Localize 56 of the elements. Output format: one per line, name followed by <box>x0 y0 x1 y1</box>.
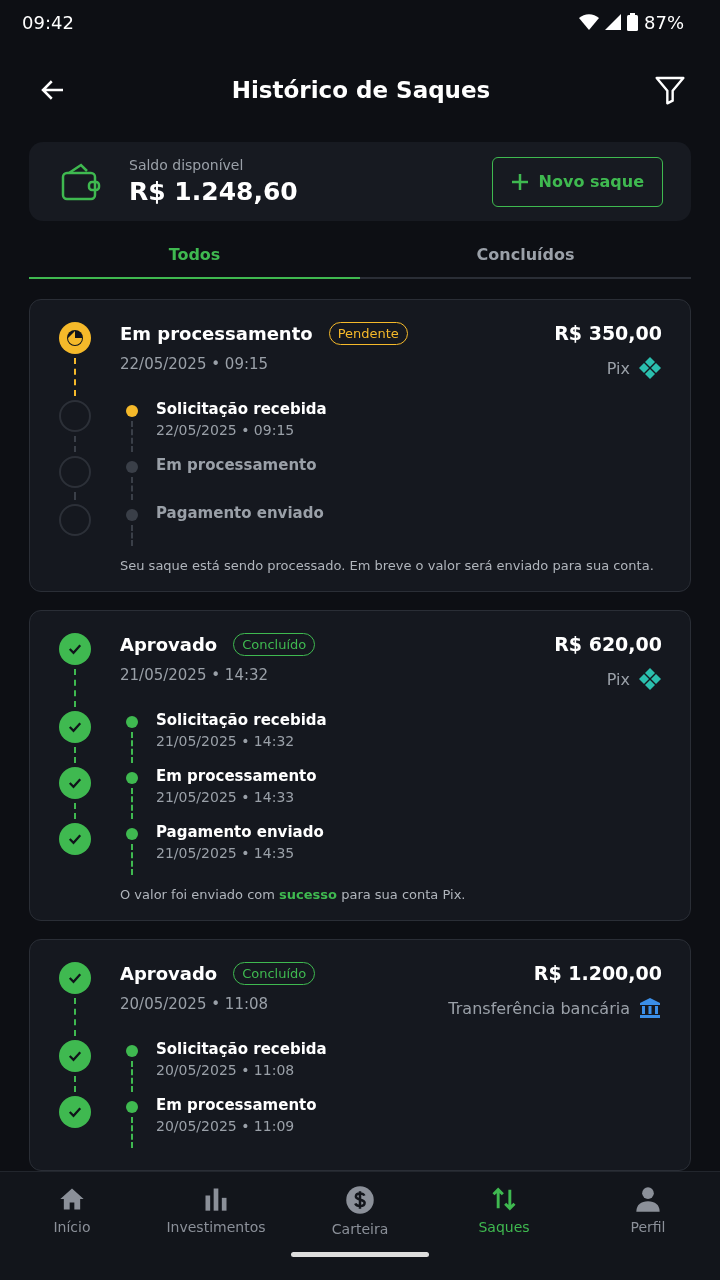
step-title: Solicitação recebida <box>156 711 328 729</box>
withdrawal-amount: R$ 350,00 <box>554 322 662 344</box>
battery-level: 87% <box>644 11 684 33</box>
step-title: Pagamento enviado <box>156 504 325 522</box>
balance-amount: R$ 1.248,60 <box>129 177 299 206</box>
withdrawal-date: 21/05/2025 • 14:32 <box>120 666 270 684</box>
status-message: O valor foi enviado com sucesso para sua conta Pix. <box>120 887 467 902</box>
payment-method: Pix <box>606 669 630 689</box>
person-icon <box>634 1185 662 1213</box>
step-title: Solicitação recebida <box>156 1040 328 1058</box>
check-icon <box>59 633 91 665</box>
withdrawal-date: 20/05/2025 • 11:08 <box>120 995 270 1013</box>
payment-method: Transferência bancária <box>448 998 630 1018</box>
plus-icon <box>510 172 529 191</box>
withdrawal-status: Aprovado <box>120 963 218 984</box>
step-title: Em processamento <box>156 1096 318 1114</box>
step-title: Em processamento <box>156 767 318 785</box>
step-date: 21/05/2025 • 14:35 <box>156 845 296 861</box>
step-date: 22/05/2025 • 09:15 <box>156 422 296 438</box>
withdrawal-status: Em processamento <box>120 323 313 344</box>
new-withdrawal-button[interactable]: Novo saque <box>491 156 663 207</box>
step-title: Solicitação recebida <box>156 400 328 418</box>
status-time: 09:42 <box>22 11 74 33</box>
diamond-icon <box>638 356 662 380</box>
filter-icon[interactable] <box>654 74 686 106</box>
step-date: 20/05/2025 • 11:08 <box>156 1062 296 1078</box>
tab[interactable]: Todos <box>29 231 360 279</box>
step-date: 20/05/2025 • 11:09 <box>156 1118 296 1134</box>
clock-icon <box>59 322 91 354</box>
withdrawal-status: Aprovado <box>120 634 218 655</box>
withdrawal-amount: R$ 620,00 <box>554 633 662 655</box>
dollar-coin-icon <box>345 1185 375 1215</box>
step-title: Em processamento <box>156 456 318 474</box>
status-message: Seu saque está sendo processado. Em breve o valor será enviado para sua conta. <box>120 558 655 573</box>
check-icon <box>59 962 91 994</box>
signal-icon <box>605 14 621 30</box>
diamond-icon <box>638 667 662 691</box>
withdrawal-amount: R$ 1.200,00 <box>533 962 662 984</box>
nav-item[interactable]: Início <box>0 1184 144 1238</box>
nav-item[interactable]: Carteira <box>288 1184 432 1238</box>
payment-method: Pix <box>606 358 630 378</box>
nav-item[interactable]: Perfil <box>576 1184 720 1238</box>
transfer-arrows-icon <box>490 1185 518 1213</box>
step-date: 21/05/2025 • 14:33 <box>156 789 296 805</box>
balance-label: Saldo disponível <box>129 157 245 173</box>
withdrawal-date: 22/05/2025 • 09:15 <box>120 355 270 373</box>
step-date: 21/05/2025 • 14:32 <box>156 733 296 749</box>
wallet-icon <box>61 162 101 201</box>
nav-item[interactable]: Saques <box>432 1184 576 1238</box>
step-title: Pagamento enviado <box>156 823 325 841</box>
battery-icon <box>627 13 638 31</box>
wifi-icon <box>579 14 599 30</box>
bank-icon <box>638 996 662 1020</box>
page-title: Histórico de Saques <box>231 77 491 103</box>
nav-item[interactable]: Investimentos <box>144 1184 288 1238</box>
tab[interactable]: Concluídos <box>360 231 691 279</box>
